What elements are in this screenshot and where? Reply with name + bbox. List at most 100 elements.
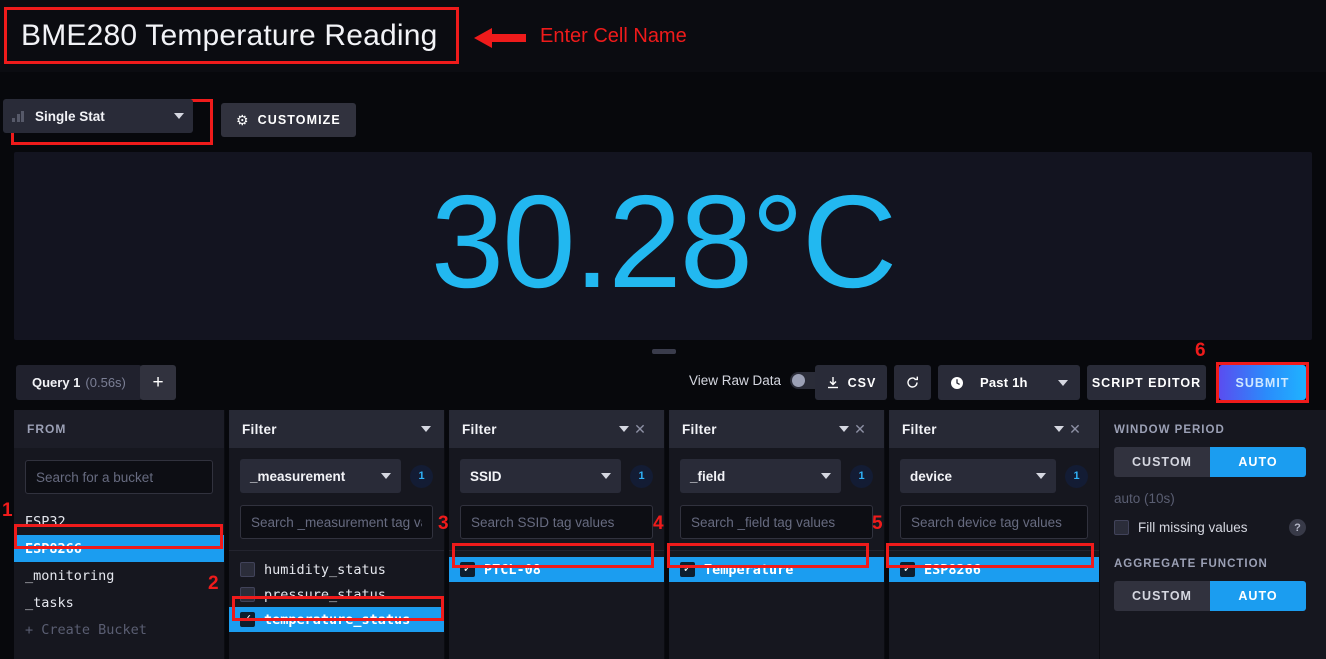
filter-key-row: _field 1 xyxy=(680,459,873,493)
visualization-type-dropdown[interactable]: Single Stat xyxy=(3,99,193,133)
bucket-label: ESP32 xyxy=(25,513,66,530)
filter-value-search-input[interactable]: Search _measurement tag va xyxy=(240,505,433,539)
chevron-down-icon xyxy=(381,473,391,479)
visualization-toolbar: Single Stat ⚙ CUSTOMIZE 7 ✕ ✓ xyxy=(0,96,1326,240)
check-icon: ✓ xyxy=(682,563,693,575)
customize-button[interactable]: ⚙ CUSTOMIZE xyxy=(221,103,356,137)
filter-key-label: _measurement xyxy=(250,468,346,484)
single-stat-visualization: 30.28°C xyxy=(14,152,1312,340)
filter-search-placeholder: Search _field tag values xyxy=(691,514,836,530)
window-period-custom-button[interactable]: CUSTOM xyxy=(1114,447,1210,477)
check-icon: ✓ xyxy=(462,563,473,575)
filter-value-humidity-status[interactable]: ✓ humidity_status xyxy=(229,557,444,582)
cell-name-field[interactable]: BME280 Temperature Reading xyxy=(4,7,459,64)
panel-resize-handle[interactable] xyxy=(652,349,676,354)
submit-button[interactable]: SUBMIT xyxy=(1219,365,1306,400)
filter-value-search-input[interactable]: Search SSID tag values xyxy=(460,505,653,539)
annotation-number-6: 6 xyxy=(1195,340,1206,361)
chevron-down-icon xyxy=(821,473,831,479)
query-tab-duration: (0.56s) xyxy=(85,375,126,390)
view-raw-data-group: View Raw Data xyxy=(689,372,825,389)
from-header: FROM xyxy=(14,410,224,448)
single-stat-icon xyxy=(12,110,27,122)
fill-missing-values-row[interactable]: Fill missing values ? xyxy=(1114,519,1306,536)
check-icon: ✓ xyxy=(902,563,913,575)
chevron-down-icon xyxy=(1058,379,1068,386)
refresh-icon xyxy=(907,376,918,388)
filter-value-pressure-status[interactable]: ✓ pressure_status xyxy=(229,582,444,607)
script-editor-button[interactable]: SCRIPT EDITOR xyxy=(1087,365,1206,400)
chevron-down-icon xyxy=(601,473,611,479)
filter-value-label: PTCL-08 xyxy=(484,561,541,578)
filter-value-search-input[interactable]: Search device tag values xyxy=(900,505,1088,539)
chevron-down-icon xyxy=(174,113,184,119)
filter-value-search-input[interactable]: Search _field tag values xyxy=(680,505,873,539)
checkbox: ✓ xyxy=(900,562,915,577)
filter-value-list: ✓ humidity_status ✓ pressure_status ✓ te… xyxy=(229,550,444,632)
time-range-dropdown[interactable]: Past 1h xyxy=(938,365,1080,400)
filter-header-label: Filter xyxy=(242,421,277,437)
filter-column-ssid: Filter ✕ SSID 1 Search SSID tag values ✓… xyxy=(449,410,665,659)
bucket-search-input[interactable]: Search for a bucket xyxy=(25,460,213,494)
filter-search-placeholder: Search device tag values xyxy=(911,514,1062,530)
bucket-label: ESP8266 xyxy=(25,540,82,557)
filter-key-dropdown[interactable]: SSID xyxy=(460,459,621,493)
bucket-item-esp32[interactable]: ESP32 xyxy=(14,508,224,535)
filter-key-dropdown[interactable]: _field xyxy=(680,459,841,493)
aggregate-auto-button[interactable]: AUTO xyxy=(1210,581,1306,611)
bucket-item-tasks[interactable]: _tasks xyxy=(14,589,224,616)
filter-column-field: Filter ✕ _field 1 Search _field tag valu… xyxy=(669,410,885,659)
filter-key-dropdown[interactable]: device xyxy=(900,459,1056,493)
filter-search-placeholder: Search SSID tag values xyxy=(471,514,615,530)
filter-value-ptcl-08[interactable]: ✓ PTCL-08 xyxy=(449,557,664,582)
filter-key-label: _field xyxy=(690,468,726,484)
create-bucket-button[interactable]: + Create Bucket xyxy=(14,616,224,643)
filter-count-badge: 1 xyxy=(410,464,433,488)
remove-filter-icon[interactable]: ✕ xyxy=(629,421,651,438)
filter-value-label: temperature_status xyxy=(264,611,411,628)
filter-key-row: SSID 1 xyxy=(460,459,653,493)
filter-value-temperature[interactable]: ✓ Temperature xyxy=(669,557,884,582)
csv-download-button[interactable]: CSV xyxy=(815,365,887,400)
filter-count-badge: 1 xyxy=(1065,464,1088,488)
remove-filter-icon[interactable]: ✕ xyxy=(1064,421,1086,438)
fill-missing-checkbox[interactable] xyxy=(1114,520,1129,535)
aggregate-custom-button[interactable]: CUSTOM xyxy=(1114,581,1210,611)
clock-icon xyxy=(951,376,963,389)
script-editor-label: SCRIPT EDITOR xyxy=(1091,375,1202,390)
checkbox: ✓ xyxy=(240,587,255,602)
filter-key-row: _measurement 1 xyxy=(240,459,433,493)
filter-header[interactable]: Filter ✕ xyxy=(669,410,884,448)
fill-missing-label: Fill missing values xyxy=(1138,520,1248,535)
filter-value-list: ✓ Temperature xyxy=(669,550,884,582)
add-query-button[interactable]: + xyxy=(140,365,176,400)
toggle-knob xyxy=(792,374,806,387)
csv-label: CSV xyxy=(847,375,877,390)
filter-search-placeholder: Search _measurement tag va xyxy=(251,514,422,530)
title-bar: BME280 Temperature Reading Enter Cell Na… xyxy=(0,0,1326,72)
bucket-item-monitoring[interactable]: _monitoring xyxy=(14,562,224,589)
chevron-down-icon xyxy=(421,426,431,432)
help-icon[interactable]: ? xyxy=(1289,519,1306,536)
filter-value-list: ✓ ESP8266 xyxy=(889,550,1099,582)
filter-value-label: ESP8266 xyxy=(924,561,981,578)
filter-header[interactable]: Filter ✕ xyxy=(449,410,664,448)
bucket-label: _tasks xyxy=(25,594,74,611)
filter-value-esp8266[interactable]: ✓ ESP8266 xyxy=(889,557,1099,582)
window-period-auto-button[interactable]: AUTO xyxy=(1210,447,1306,477)
filter-header[interactable]: Filter ✕ xyxy=(889,410,1099,448)
filter-key-dropdown[interactable]: _measurement xyxy=(240,459,401,493)
annotation-enter-cell-name: Enter Cell Name xyxy=(540,25,687,47)
filter-key-label: device xyxy=(910,468,953,484)
refresh-button[interactable] xyxy=(894,365,931,400)
query-tab-1[interactable]: Query 1 (0.56s) xyxy=(16,365,142,400)
filter-value-label: Temperature xyxy=(704,561,794,578)
remove-filter-icon[interactable]: ✕ xyxy=(849,421,871,438)
filter-key-label: SSID xyxy=(470,468,502,484)
filter-value-temperature-status[interactable]: ✓ temperature_status xyxy=(229,607,444,632)
bucket-item-esp8266[interactable]: ESP8266 xyxy=(14,535,224,562)
filter-header-label: Filter xyxy=(902,421,937,437)
download-icon xyxy=(827,376,838,388)
gear-icon: ⚙ xyxy=(236,112,249,128)
filter-header[interactable]: Filter xyxy=(229,410,444,448)
